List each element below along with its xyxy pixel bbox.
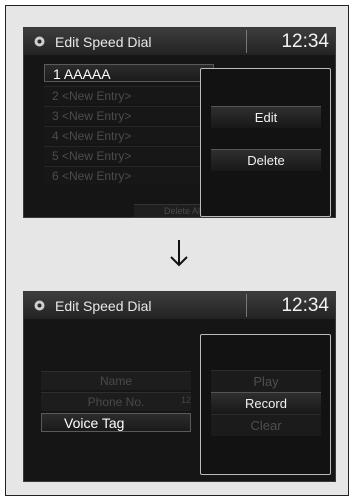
title-bar: Edit Speed Dial 12:34: [24, 292, 335, 319]
edit-speed-dial-list-screen: Edit Speed Dial 12:34 1 AAAAA 2 <New Ent…: [23, 27, 336, 218]
edit-options-popup: Edit Delete: [200, 68, 331, 217]
phone-number-value: 12: [181, 395, 192, 405]
down-arrow-icon: [170, 240, 188, 267]
list-item-6[interactable]: 6 <New Entry>: [44, 166, 214, 184]
clock: 12:34: [246, 294, 329, 317]
gear-icon: [34, 300, 45, 311]
clear-button[interactable]: Clear: [211, 414, 321, 436]
screen-title: Edit Speed Dial: [55, 298, 152, 314]
list-item-2[interactable]: 2 <New Entry>: [44, 86, 214, 104]
name-field[interactable]: Name: [41, 371, 191, 390]
list-item-4[interactable]: 4 <New Entry>: [44, 126, 214, 144]
list-item-1[interactable]: 1 AAAAA: [44, 64, 214, 82]
list-item-3[interactable]: 3 <New Entry>: [44, 106, 214, 124]
clock: 12:34: [246, 30, 329, 53]
edit-button[interactable]: Edit: [211, 106, 321, 128]
delete-button[interactable]: Delete: [211, 149, 321, 171]
voice-tag-field[interactable]: Voice Tag: [41, 413, 191, 432]
record-button[interactable]: Record: [211, 392, 321, 414]
gear-icon: [34, 36, 45, 47]
screen-title: Edit Speed Dial: [55, 34, 152, 50]
title-bar: Edit Speed Dial 12:34: [24, 28, 335, 55]
list-item-5[interactable]: 5 <New Entry>: [44, 146, 214, 164]
play-button[interactable]: Play: [211, 370, 321, 392]
phone-number-field[interactable]: Phone No.: [41, 392, 191, 411]
voice-tag-options-popup: Play Record Clear: [200, 334, 331, 475]
edit-speed-dial-entry-screen: Edit Speed Dial 12:34 Name Phone No. 12 …: [23, 291, 336, 482]
